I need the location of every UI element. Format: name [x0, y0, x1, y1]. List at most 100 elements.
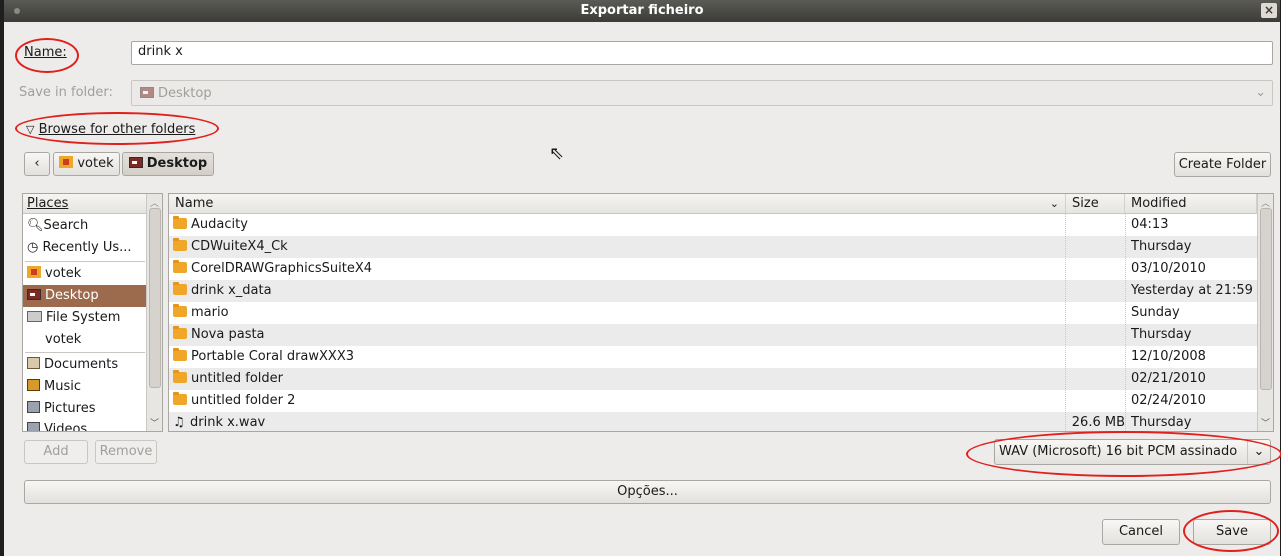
scroll-down-icon[interactable]: ﹀ — [150, 416, 159, 429]
places-divider — [25, 352, 145, 353]
file-size: 26.6 MB — [1071, 415, 1125, 430]
path-crumb-votek[interactable]: votek — [53, 152, 120, 176]
places-scroll-thumb[interactable] — [149, 208, 161, 388]
save-in-folder-label: Save in folder: — [19, 85, 113, 100]
path-back-button[interactable]: ‹ — [24, 152, 50, 176]
browse-label: Browse for other folders — [38, 122, 196, 137]
file-name-cell: drink x_data — [173, 280, 272, 302]
file-name-cell: untitled folder 2 — [173, 390, 295, 412]
file-size — [1066, 214, 1125, 236]
add-bookmark-button[interactable]: Add — [24, 440, 88, 464]
file-name: Audacity — [191, 217, 248, 232]
place-label: Recently Us... — [42, 240, 132, 255]
sort-chevron-down-icon: ⌄ — [1049, 197, 1059, 210]
file-row[interactable]: untitled folder 02/21/2010 — [169, 368, 1257, 390]
place-item-filesystem[interactable]: File System — [23, 307, 146, 329]
scroll-down-icon[interactable]: ﹀ — [1261, 416, 1270, 429]
file-type-select[interactable]: WAV (Microsoft) 16 bit PCM assinado ⌄ — [994, 439, 1271, 465]
save-button[interactable]: Save — [1193, 519, 1271, 545]
file-name: mario — [191, 305, 229, 320]
cancel-button[interactable]: Cancel — [1102, 519, 1180, 545]
file-name-cell: ♫ drink x.wav — [173, 412, 266, 431]
file-list-scroll-thumb[interactable] — [1260, 208, 1272, 390]
column-header-name[interactable]: Name ⌄ — [169, 194, 1066, 214]
folder-icon — [173, 370, 187, 383]
export-dialog: Exportar ficheiro × Name: drink x Save i… — [4, 0, 1281, 556]
name-label: Name: — [24, 45, 67, 60]
place-item-documents[interactable]: Documents — [23, 354, 146, 376]
place-item-desktop[interactable]: Desktop — [23, 285, 146, 307]
file-row[interactable]: untitled folder 2 02/24/2010 — [169, 390, 1257, 412]
place-item-recent[interactable]: ◷ Recently Us... — [23, 237, 146, 259]
file-size — [1066, 346, 1125, 368]
place-item-pictures[interactable]: Pictures — [23, 398, 146, 420]
file-row[interactable]: mario Sunday — [169, 302, 1257, 324]
file-name-cell: CDWuiteX4_Ck — [173, 236, 288, 258]
documents-icon — [27, 357, 40, 369]
place-item-music[interactable]: Music — [23, 376, 146, 398]
path-crumb-desktop[interactable]: Desktop — [122, 152, 214, 176]
file-name: drink x.wav — [190, 415, 266, 430]
file-modified: Sunday — [1131, 305, 1180, 320]
place-item-search[interactable]: 🔍︎Search — [23, 215, 146, 237]
file-name: Portable Coral drawXXX3 — [191, 349, 355, 364]
place-label: Documents — [44, 357, 119, 372]
places-header-label: Places — [27, 196, 69, 211]
file-row[interactable]: Audacity 04:13 — [169, 214, 1257, 236]
places-divider — [25, 261, 145, 262]
file-modified: 04:13 — [1131, 217, 1169, 232]
browse-expander[interactable]: ▽ Browse for other folders — [26, 122, 195, 137]
column-separator — [1125, 214, 1126, 431]
file-modified: 03/10/2010 — [1131, 261, 1206, 276]
desktop-icon — [140, 87, 154, 98]
name-input[interactable]: drink x — [131, 41, 1273, 65]
file-row[interactable]: CorelDRAWGraphicsSuiteX4 03/10/2010 — [169, 258, 1257, 280]
crumb-desktop-label: Desktop — [146, 156, 208, 171]
remove-bookmark-button[interactable]: Remove — [95, 440, 157, 464]
places-pane: Places 🔍︎Search ◷ Recently Us... votek D… — [22, 193, 163, 432]
file-modified: 02/24/2010 — [1131, 393, 1206, 408]
folder-icon — [173, 282, 187, 295]
create-folder-button[interactable]: Create Folder — [1174, 152, 1271, 177]
audio-file-icon: ♫ — [173, 415, 185, 430]
place-item-votek[interactable]: votek — [23, 263, 146, 285]
file-size — [1066, 324, 1125, 346]
place-item-votek-2[interactable]: votek — [23, 329, 146, 351]
file-modified: 12/10/2008 — [1131, 349, 1206, 364]
videos-icon — [27, 422, 40, 431]
file-name-cell: mario — [173, 302, 229, 324]
file-name-cell: Portable Coral drawXXX3 — [173, 346, 354, 368]
file-row[interactable]: Portable Coral drawXXX3 12/10/2008 — [169, 346, 1257, 368]
file-row[interactable]: drink x_data Yesterday at 21:59 — [169, 280, 1257, 302]
file-list-scrollbar[interactable]: ︿ ﹀ — [1257, 194, 1273, 431]
file-row[interactable]: CDWuiteX4_Ck Thursday — [169, 236, 1257, 258]
file-type-value: WAV (Microsoft) 16 bit PCM assinado — [999, 444, 1238, 459]
column-header-modified[interactable]: Modified — [1125, 194, 1257, 214]
place-item-videos[interactable]: Videos — [23, 419, 146, 431]
folder-icon — [173, 348, 187, 361]
desktop-icon — [27, 289, 41, 300]
file-size — [1066, 280, 1125, 302]
file-name: Nova pasta — [191, 327, 265, 342]
folder-icon — [173, 326, 187, 339]
crumb-votek-label: votek — [77, 156, 114, 171]
place-label: File System — [46, 310, 121, 325]
file-row[interactable]: Nova pasta Thursday — [169, 324, 1257, 346]
column-header-size[interactable]: Size — [1066, 194, 1125, 214]
title-bar: Exportar ficheiro × — [4, 0, 1280, 22]
places-scrollbar[interactable]: ︿ ﹀ — [146, 194, 162, 431]
file-modified: Thursday — [1131, 415, 1192, 430]
file-modified: Yesterday at 21:59 — [1131, 283, 1253, 298]
options-button[interactable]: Opções... — [24, 480, 1271, 504]
file-name: untitled folder — [191, 371, 284, 386]
file-size — [1066, 258, 1125, 280]
file-name-cell: Nova pasta — [173, 324, 265, 346]
file-modified: Thursday — [1131, 327, 1192, 342]
name-label-text: Name: — [24, 45, 67, 60]
file-name: untitled folder 2 — [191, 393, 296, 408]
close-icon[interactable]: × — [1261, 3, 1277, 18]
file-list: Name ⌄ Size Modified Audacity 04:13 CDWui… — [168, 193, 1274, 432]
file-modified: Thursday — [1131, 239, 1192, 254]
file-row[interactable]: ♫ drink x.wav 26.6 MB Thursday — [169, 412, 1257, 431]
chevron-left-icon: ‹ — [34, 156, 40, 171]
